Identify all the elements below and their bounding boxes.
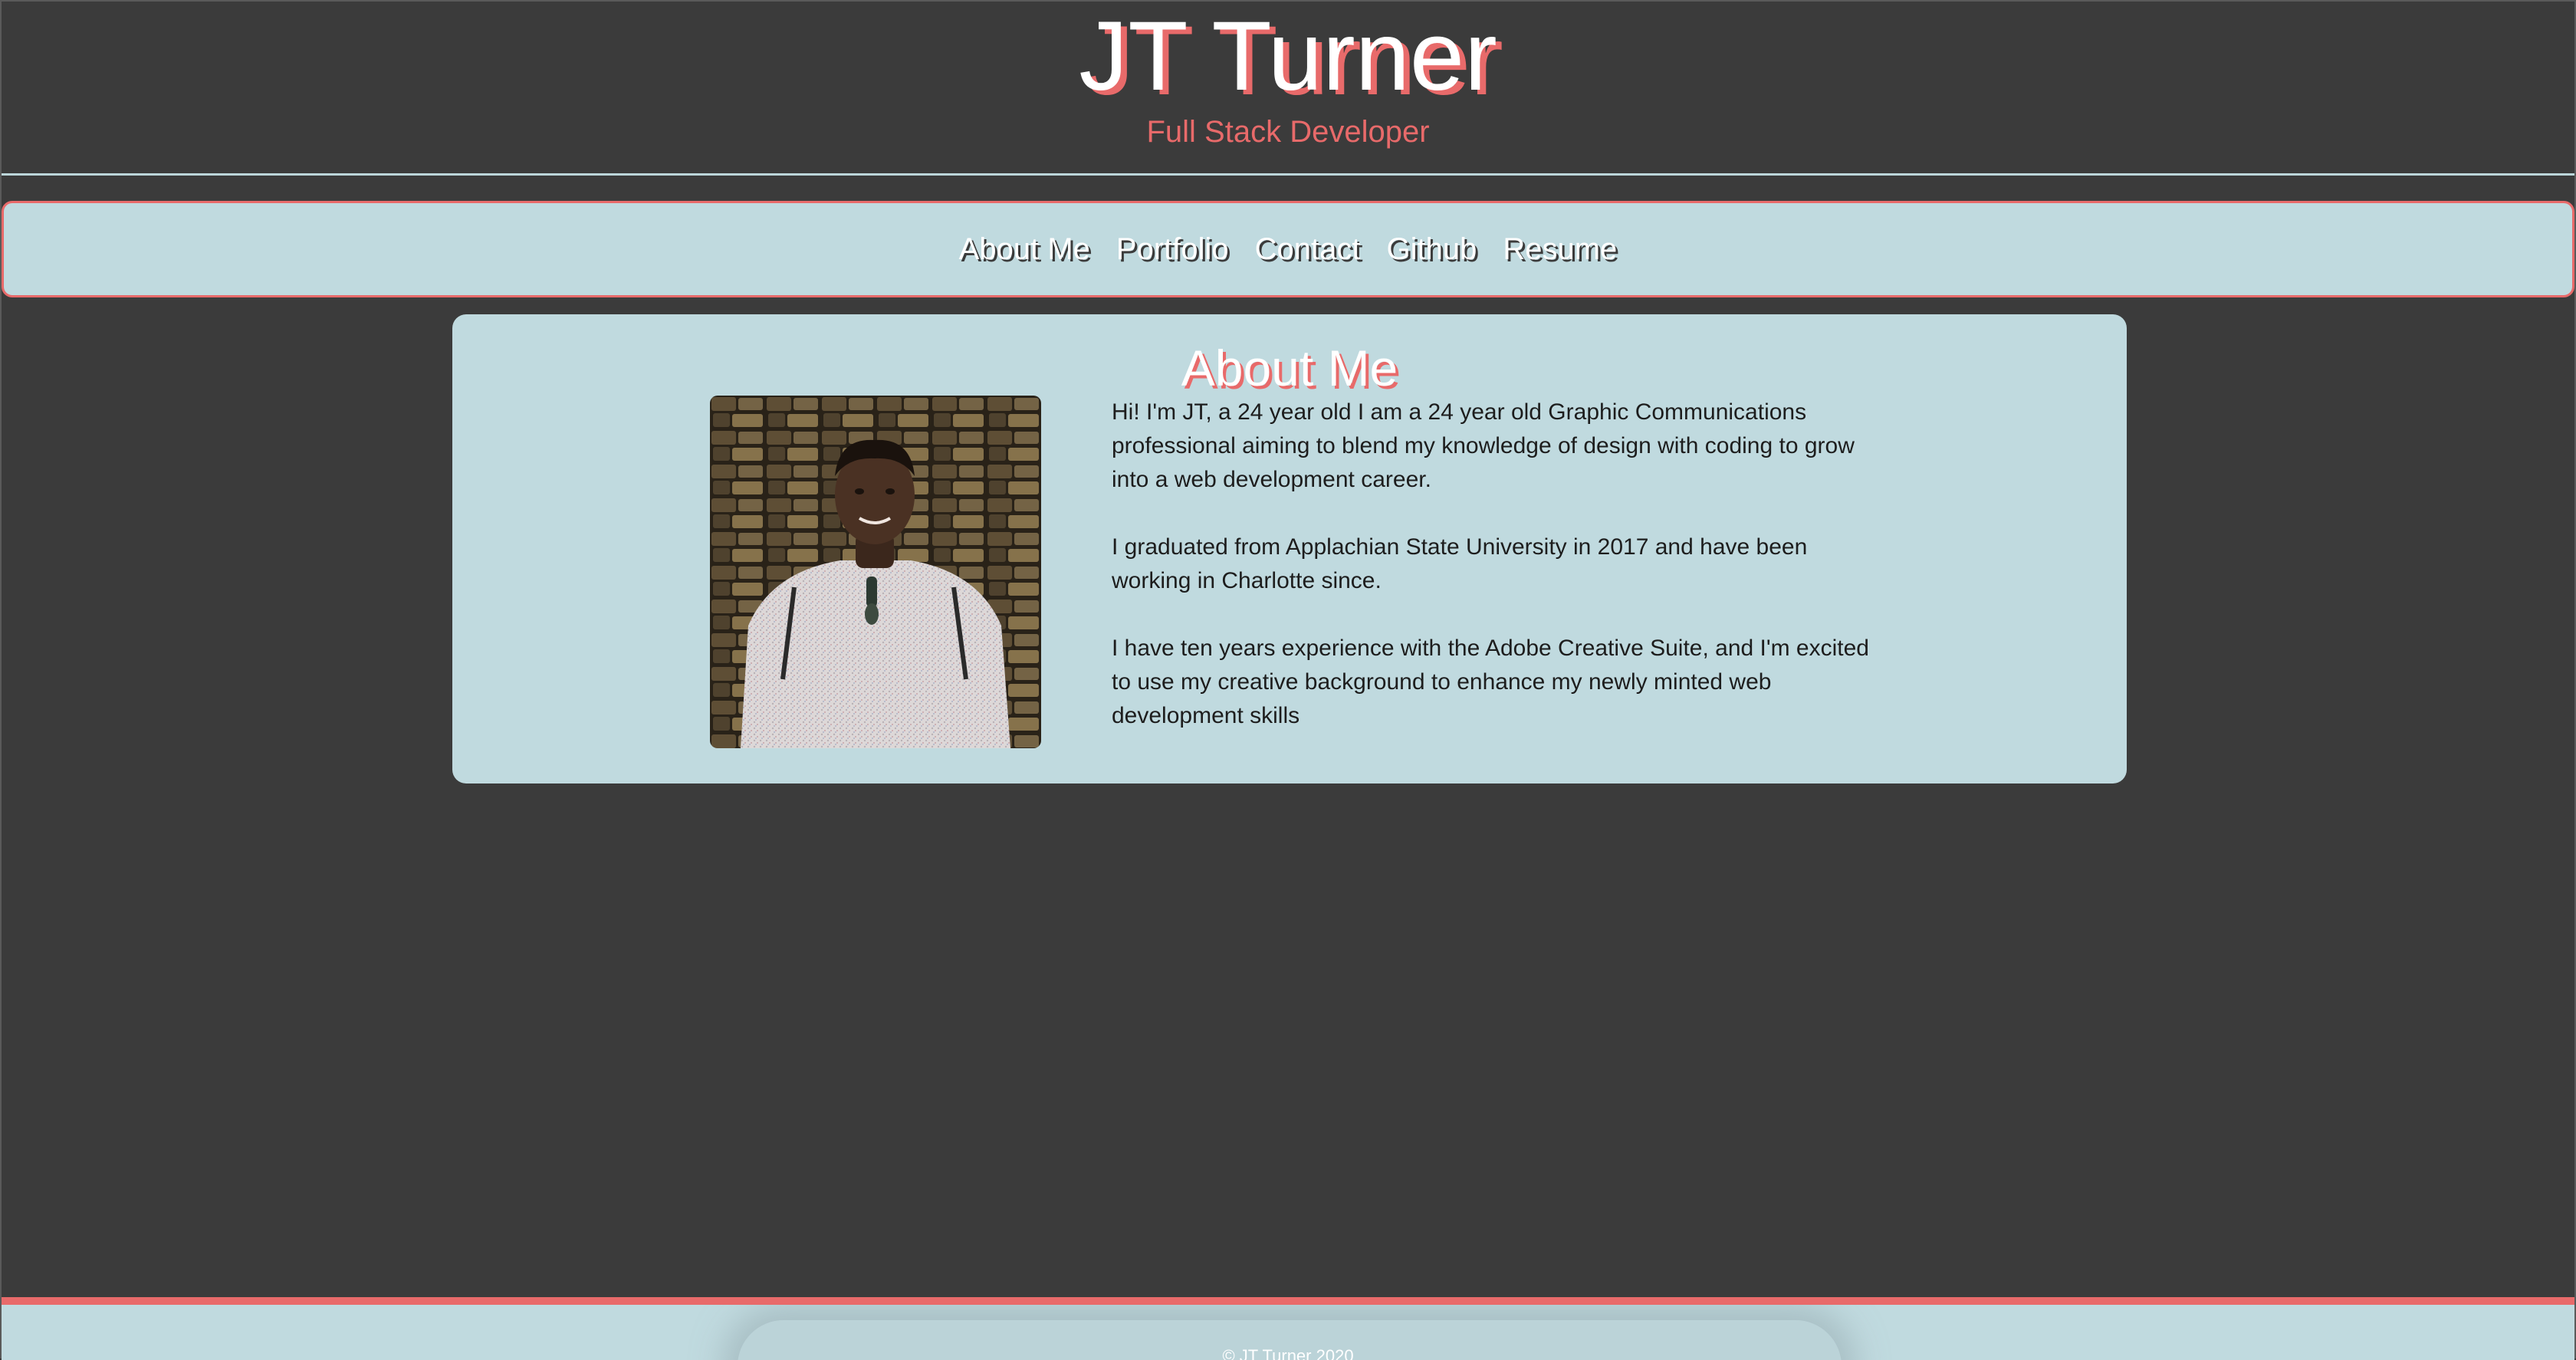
profile-photo	[710, 396, 1041, 748]
footer-copyright: © JT Turner 2020	[1222, 1346, 1354, 1360]
about-heading: About Me	[1181, 340, 1398, 396]
about-text: Hi! I'm JT, a 24 year old I am a 24 year…	[1112, 396, 1878, 767]
nav-link-github[interactable]: Github	[1374, 226, 1490, 272]
site-footer: © JT Turner 2020	[2, 1297, 2574, 1360]
nav-link-portfolio[interactable]: Portfolio	[1103, 226, 1242, 272]
site-subtitle: Full Stack Developer	[1146, 115, 1430, 149]
about-paragraph-education: I graduated from Applachian State Univer…	[1112, 534, 1808, 593]
nav-link-contact[interactable]: Contact	[1242, 226, 1374, 272]
nav-link-resume[interactable]: Resume	[1490, 226, 1630, 272]
profile-photo-image	[710, 396, 1041, 748]
about-paragraph-experience: I have ten years experience with the Ado…	[1112, 636, 1869, 728]
site-title: JT Turner	[1079, 2, 1497, 111]
main-navbar: About Me Portfolio Contact Github Resume	[2, 201, 2574, 297]
about-me-card: About Me Hi! I'm JT, a 24 year old I am …	[452, 314, 2127, 783]
site-header: JT Turner Full Stack Developer	[2, 2, 2574, 176]
about-paragraph-intro: Hi! I'm JT, a 24 year old I am a 24 year…	[1112, 399, 1855, 492]
nav-link-about-me[interactable]: About Me	[946, 226, 1103, 272]
